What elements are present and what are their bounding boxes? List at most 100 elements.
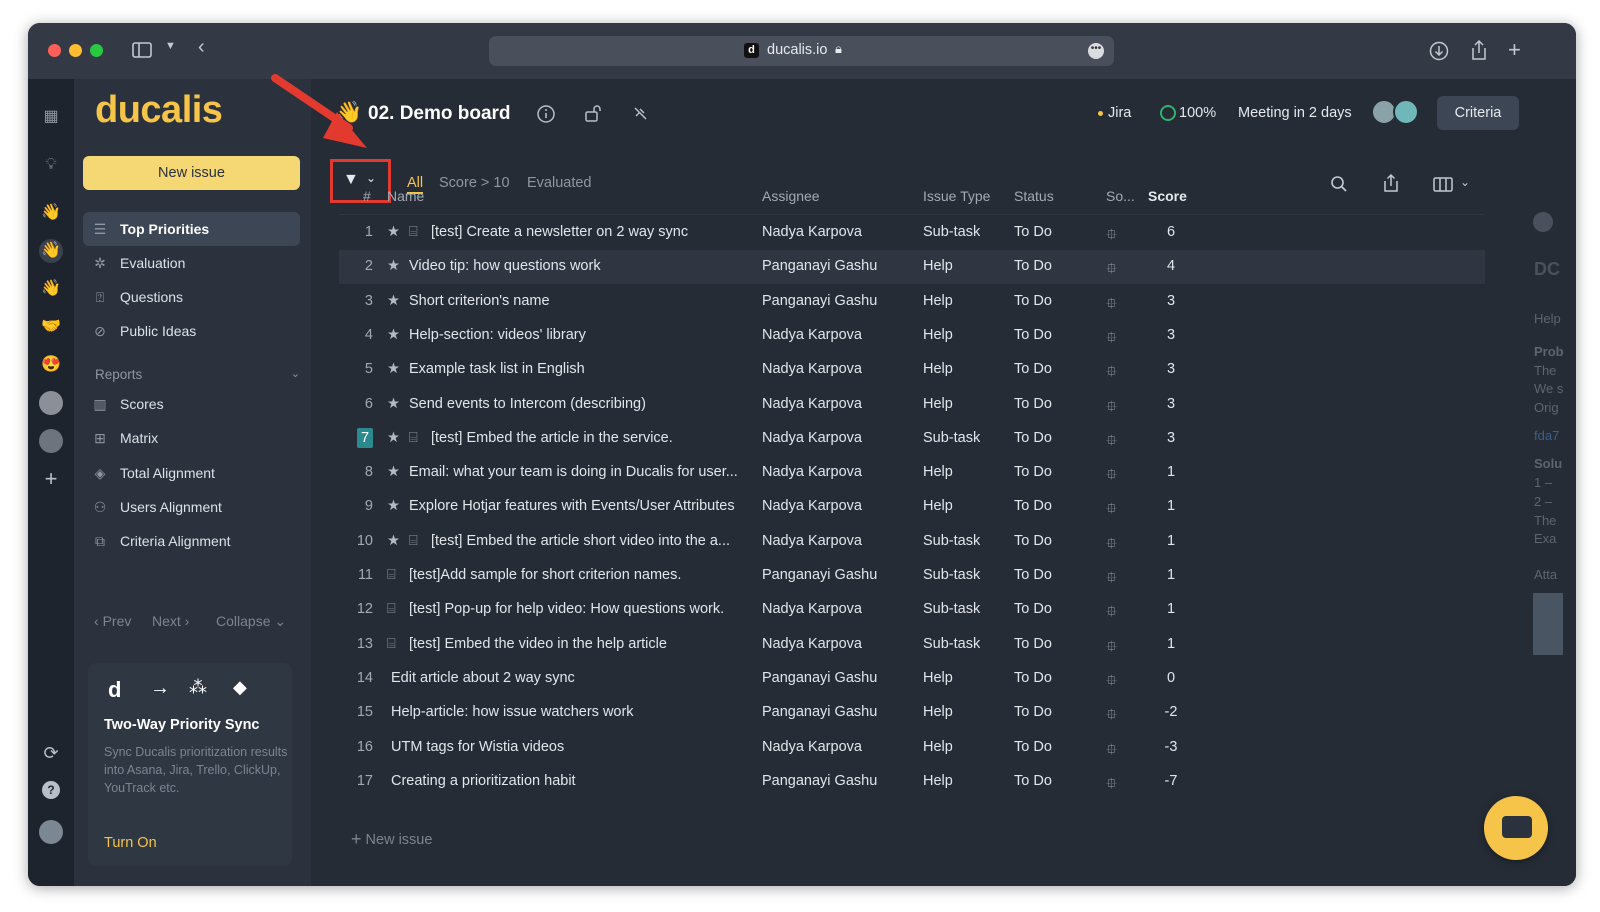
address-bar[interactable]: d ducalis.io 🔒︎ ••• xyxy=(489,36,1114,66)
table-row[interactable]: 9 ★ Explore Hotjar features with Events/Us… xyxy=(339,490,1484,524)
table-row[interactable]: 15 Help-article: how issue watchers work P… xyxy=(339,696,1484,730)
source-jira-icon: ⯐ xyxy=(1106,707,1117,724)
col-assignee[interactable]: Assignee xyxy=(762,188,820,204)
new-issue-row-button[interactable]: + New issue xyxy=(351,829,432,850)
table-row[interactable]: 2 ★ Video tip: how questions work Panganayi… xyxy=(339,250,1485,285)
row-name[interactable]: Help-article: how issue watchers work xyxy=(391,704,754,720)
row-name[interactable]: [test] Embed the article short video int… xyxy=(431,533,754,549)
prev-button[interactable]: ‹ Prev xyxy=(94,613,131,629)
sidebar-item-top-priorities[interactable]: ☰ Top Priorities xyxy=(83,212,300,246)
col-name[interactable]: Name xyxy=(387,188,424,204)
chevron-down-icon[interactable]: ▼ xyxy=(165,40,176,52)
jira-link[interactable]: Jira xyxy=(1108,105,1131,121)
row-name[interactable]: Example task list in English xyxy=(409,361,754,377)
board-wave-icon-2[interactable]: 👋 xyxy=(39,277,63,301)
emoji-heart-eyes-icon[interactable]: 😍 xyxy=(39,353,63,377)
sidebar-item-criteria-alignment[interactable]: ⧉ Criteria Alignment xyxy=(83,524,300,558)
row-name[interactable]: [test] Embed the article in the service. xyxy=(431,430,754,446)
table-row[interactable]: 5 ★ Example task list in English Nadya Karp… xyxy=(339,353,1484,387)
col-source[interactable]: So... xyxy=(1106,188,1135,204)
sidebar-item-evaluation[interactable]: ✲ Evaluation xyxy=(83,246,300,280)
maximize-window-button[interactable] xyxy=(90,44,103,57)
download-icon[interactable] xyxy=(1429,41,1449,61)
table-row[interactable]: 7 ★ ⌸ [test] Embed the article in the servi… xyxy=(339,422,1484,456)
info-icon[interactable] xyxy=(537,105,555,123)
collapse-button[interactable]: Collapse ⌄ xyxy=(216,613,286,630)
board-wave-icon[interactable]: 👋 xyxy=(39,201,63,225)
columns-settings-icon[interactable] xyxy=(1433,177,1453,192)
new-issue-button[interactable]: New issue xyxy=(83,156,300,190)
table-row[interactable]: 4 ★ Help-section: videos' library Nadya Kar… xyxy=(339,319,1484,353)
row-name[interactable]: UTM tags for Wistia videos xyxy=(391,739,754,755)
sidebar-item-total-alignment[interactable]: ◈ Total Alignment xyxy=(83,456,300,490)
filter-tab-evaluated[interactable]: Evaluated xyxy=(527,175,592,191)
row-name[interactable]: Creating a prioritization habit xyxy=(391,773,754,789)
row-name[interactable]: [test]Add sample for short criterion nam… xyxy=(409,567,754,583)
sidebar-item-questions[interactable]: ⍰ Questions xyxy=(83,280,300,314)
sidebar-toggle-icon[interactable] xyxy=(132,42,152,58)
minimize-window-button[interactable] xyxy=(69,44,82,57)
help-icon[interactable]: ? xyxy=(42,781,60,799)
reports-section-header[interactable]: Reports ⌄ xyxy=(95,367,300,382)
share-icon[interactable] xyxy=(1469,39,1489,61)
chat-support-button[interactable] xyxy=(1484,796,1548,860)
row-name[interactable]: Short criterion's name xyxy=(409,293,754,309)
next-button[interactable]: Next › xyxy=(152,613,189,629)
row-name[interactable]: Video tip: how questions work xyxy=(409,258,754,274)
member-avatar-2[interactable] xyxy=(1393,99,1419,125)
unlock-icon[interactable] xyxy=(584,104,602,122)
table-row[interactable]: 8 ★ Email: what your team is doing in Duca… xyxy=(339,456,1484,490)
back-icon[interactable]: ‹ xyxy=(198,36,205,59)
row-name[interactable]: Help-section: videos' library xyxy=(409,327,754,343)
row-name[interactable]: [test] Create a newsletter on 2 way sync xyxy=(431,224,754,240)
search-icon[interactable] xyxy=(1330,175,1348,193)
sidebar-item-public-ideas[interactable]: ⊘ Public Ideas xyxy=(83,314,300,348)
export-icon[interactable] xyxy=(1382,173,1400,193)
table-row[interactable]: 3 ★ Short criterion's name Panganayi Gashu H… xyxy=(339,285,1484,319)
row-number: 10 xyxy=(356,532,373,549)
table-row[interactable]: 11 ⌸ [test]Add sample for short criterion … xyxy=(339,559,1484,593)
table-row[interactable]: 13 ⌸ [test] Embed the video in the help ar… xyxy=(339,628,1484,662)
row-name[interactable]: Edit article about 2 way sync xyxy=(391,670,754,686)
col-issue-type[interactable]: Issue Type xyxy=(923,188,990,204)
row-name[interactable]: Explore Hotjar features with Events/User… xyxy=(409,498,754,514)
filter-tab-score-gt-10[interactable]: Score > 10 xyxy=(439,175,510,191)
table-row[interactable]: 10 ★ ⌸ [test] Embed the article short video… xyxy=(339,525,1484,559)
col-status[interactable]: Status xyxy=(1014,188,1054,204)
close-window-button[interactable] xyxy=(48,44,61,57)
table-row[interactable]: 14 Edit article about 2 way sync Panganayi… xyxy=(339,662,1484,696)
meeting-status[interactable]: Meeting in 2 days xyxy=(1238,105,1352,121)
sidebar-item-scores[interactable]: ▥ Scores xyxy=(83,387,300,421)
table-row[interactable]: 16 UTM tags for Wistia videos Nadya Karpov… xyxy=(339,731,1484,765)
criteria-button[interactable]: Criteria xyxy=(1437,96,1519,130)
row-name[interactable]: [test] Pop-up for help video: How questi… xyxy=(409,601,754,617)
user-avatar[interactable] xyxy=(39,820,63,844)
apps-grid-icon[interactable]: ▦ xyxy=(39,105,63,129)
filter-button[interactable]: ▼ ⌄ xyxy=(330,159,391,203)
board-wave-icon-active[interactable]: 👋 xyxy=(39,239,63,263)
avatar-icon-2[interactable] xyxy=(39,429,63,453)
handshake-icon[interactable]: 🤝 xyxy=(39,315,63,339)
table-row[interactable]: 17 Creating a prioritization habit Pangana… xyxy=(339,765,1484,799)
table-row[interactable]: 6 ★ Send events to Intercom (describing) Na… xyxy=(339,388,1484,422)
chevron-down-icon[interactable]: ⌄ xyxy=(1460,175,1470,189)
row-name[interactable]: [test] Embed the video in the help artic… xyxy=(409,636,754,652)
lightbulb-icon[interactable]: 💡︎ xyxy=(39,153,63,177)
sidebar-item-matrix[interactable]: ⊞ Matrix xyxy=(83,421,300,455)
avatar-icon[interactable] xyxy=(39,391,63,415)
detail-panel-peek[interactable]: DC Help Prob The We s Orig fda7 Solu 1 – 2 – The Ex… xyxy=(1530,79,1576,886)
add-board-icon[interactable]: + xyxy=(39,467,63,491)
table-row[interactable]: 1 ★ ⌸ [test] Create a newsletter on 2 way s… xyxy=(339,216,1484,250)
table-row[interactable]: 12 ⌸ [test] Pop-up for help video: How que… xyxy=(339,593,1484,627)
sidebar-item-users-alignment[interactable]: ⚇ Users Alignment xyxy=(83,490,300,524)
row-name[interactable]: Email: what your team is doing in Ducali… xyxy=(409,464,754,480)
sync-icon[interactable]: ⟳ xyxy=(39,741,63,765)
more-icon[interactable]: ••• xyxy=(1088,43,1104,59)
annotation-arrow xyxy=(271,74,367,148)
col-score[interactable]: Score xyxy=(1148,188,1187,204)
subtask-icon: ⌸ xyxy=(409,429,418,446)
turn-on-link[interactable]: Turn On xyxy=(104,835,157,851)
new-tab-icon[interactable]: + xyxy=(1508,37,1521,63)
public-off-icon[interactable] xyxy=(631,104,649,122)
row-name[interactable]: Send events to Intercom (describing) xyxy=(409,396,754,412)
